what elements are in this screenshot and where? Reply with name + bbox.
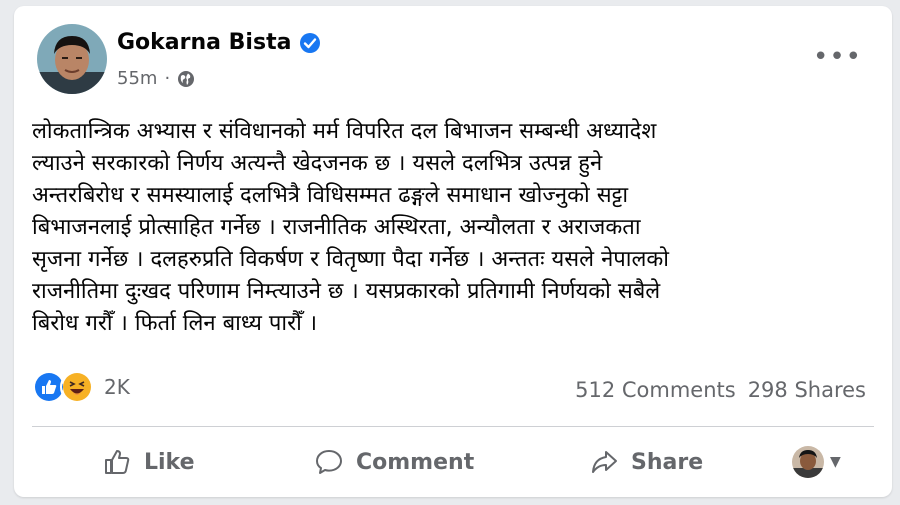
reaction-as-selector[interactable]: ▼ <box>792 446 841 478</box>
thumbs-up-icon <box>105 450 130 474</box>
author-name-row: Gokarna Bista <box>117 30 321 55</box>
verified-badge-icon <box>299 32 321 54</box>
chevron-down-icon: ▼ <box>830 454 841 470</box>
post-timestamp[interactable]: 55m <box>117 68 157 89</box>
action-bar: Like Comment Share <box>14 438 892 486</box>
globe-icon[interactable] <box>177 70 195 88</box>
share-button[interactable]: Share <box>589 438 703 486</box>
post-meta: 55m · <box>117 68 195 89</box>
haha-reaction-icon <box>60 370 94 404</box>
comment-bubble-icon <box>316 450 342 474</box>
share-label: Share <box>631 449 704 475</box>
post-card: Gokarna Bista 55m · ••• लोकतान्त्रिक अभ्… <box>14 6 892 497</box>
author-name[interactable]: Gokarna Bista <box>117 30 291 55</box>
reaction-count[interactable]: 2K <box>104 375 130 399</box>
comment-count[interactable]: 512 Comments <box>575 378 736 402</box>
reaction-summary[interactable]: 2K <box>32 370 130 404</box>
post-stats: 512 Comments 298 Shares <box>575 378 866 402</box>
viewer-avatar <box>792 446 824 478</box>
action-divider <box>32 426 874 427</box>
post-body-text: लोकतान्त्रिक अभ्यास र संविधानको मर्म विप… <box>32 119 669 336</box>
author-avatar[interactable] <box>37 24 107 94</box>
comment-button[interactable]: Comment <box>314 438 474 486</box>
share-arrow-icon <box>592 451 617 473</box>
share-count[interactable]: 298 Shares <box>748 378 866 402</box>
meta-separator: · <box>164 68 171 89</box>
comment-label: Comment <box>356 449 475 475</box>
like-label: Like <box>144 449 195 475</box>
like-button[interactable]: Like <box>102 438 195 486</box>
more-options-icon[interactable]: ••• <box>813 44 862 70</box>
